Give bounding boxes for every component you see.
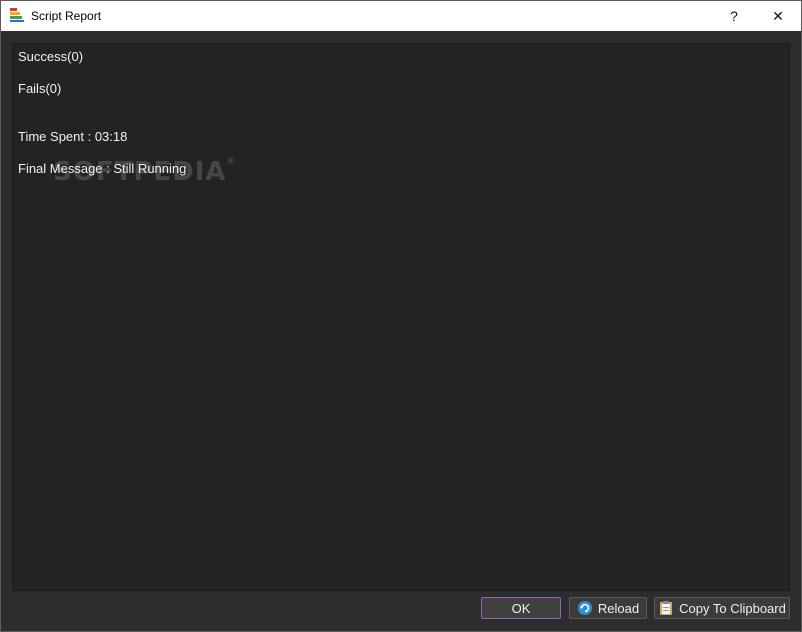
reload-button-label: Reload <box>597 600 640 616</box>
window-title: Script Report <box>31 9 102 23</box>
fails-count: Fails(0) <box>18 81 62 96</box>
time-spent: Time Spent : 03:18 <box>18 129 128 144</box>
report-text-area[interactable]: Success(0) Fails(0) Time Spent : 03:18 S… <box>12 43 790 591</box>
help-button[interactable]: ? <box>711 1 757 31</box>
success-count: Success(0) <box>18 49 84 64</box>
reload-button[interactable]: Reload <box>569 597 647 619</box>
copy-button-label: Copy To Clipboard <box>679 600 786 616</box>
help-icon: ? <box>730 8 738 24</box>
registered-mark: ® <box>226 157 237 167</box>
close-button[interactable]: ✕ <box>755 1 801 31</box>
close-icon: ✕ <box>772 7 784 24</box>
clipboard-icon <box>658 600 674 616</box>
script-report-window: Script Report ? ✕ Success(0) Fails(0) Ti… <box>0 0 802 632</box>
refresh-icon <box>577 600 593 616</box>
ok-button[interactable]: OK <box>481 597 561 619</box>
report-app-icon <box>9 7 25 23</box>
ok-button-label: OK <box>511 600 531 616</box>
final-message: Final Message : Still Running <box>18 161 187 176</box>
copy-to-clipboard-button[interactable]: Copy To Clipboard <box>654 597 790 619</box>
title-bar[interactable]: Script Report ? ✕ <box>1 1 801 31</box>
